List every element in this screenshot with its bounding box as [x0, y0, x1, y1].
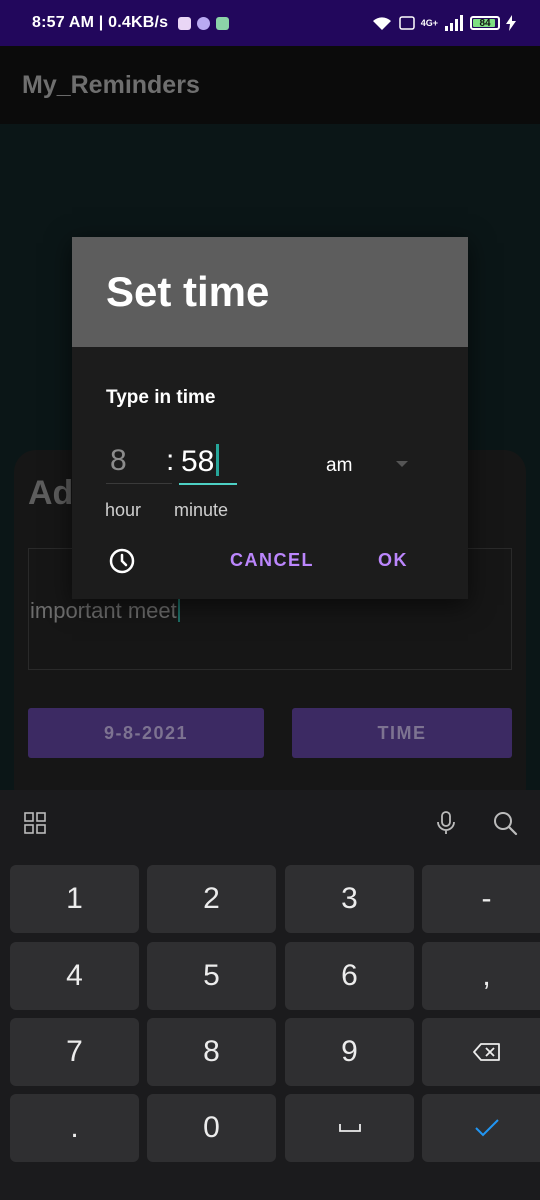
- app-notification-icon: [197, 16, 211, 30]
- signal-icon: [445, 15, 463, 31]
- dialog-header: Set time: [72, 237, 468, 347]
- hour-input[interactable]: 8: [110, 444, 127, 478]
- backspace-icon: [472, 1043, 500, 1061]
- dialog-title: Set time: [106, 268, 270, 315]
- key-minus[interactable]: -: [422, 865, 540, 933]
- key-2[interactable]: 2: [147, 865, 276, 933]
- card-title: Ad: [28, 474, 74, 512]
- checkmark-icon: [474, 1119, 499, 1137]
- status-bar: 8:57 AM | 0.4KB/s 4G+ 84: [0, 0, 540, 46]
- status-icons: 4G+ 84: [371, 15, 516, 31]
- grid-icon[interactable]: [24, 812, 46, 834]
- wifi-icon: [372, 17, 391, 30]
- time-button[interactable]: TIME: [292, 708, 512, 758]
- network-type-label: 4G+: [420, 18, 438, 28]
- minute-underline: [179, 483, 237, 485]
- key-4[interactable]: 4: [10, 942, 139, 1010]
- space-icon: [338, 1124, 361, 1132]
- clock-icon[interactable]: [108, 547, 136, 575]
- minute-caret: [216, 444, 220, 476]
- key-period[interactable]: .: [10, 1094, 139, 1162]
- set-time-dialog: Set time Type in time 8 : 58 am hour min…: [72, 237, 468, 599]
- key-done[interactable]: [422, 1094, 540, 1162]
- key-space[interactable]: [285, 1094, 414, 1162]
- input-mode-label: Type in time: [106, 387, 216, 408]
- key-backspace[interactable]: [422, 1018, 540, 1086]
- key-9[interactable]: 9: [285, 1018, 414, 1086]
- key-0[interactable]: 0: [147, 1094, 276, 1162]
- time-separator: :: [166, 444, 175, 477]
- ampm-select[interactable]: am: [326, 455, 352, 477]
- battery-level: 84: [479, 17, 491, 29]
- cancel-button[interactable]: CANCEL: [230, 550, 314, 571]
- key-6[interactable]: 6: [285, 942, 414, 1010]
- key-8[interactable]: 8: [147, 1018, 276, 1086]
- numeric-keyboard: 1 2 3 - 4 5 6 , 7 8 9 . 0: [0, 790, 540, 1200]
- app-title: My_Reminders: [22, 70, 200, 99]
- key-3[interactable]: 3: [285, 865, 414, 933]
- hour-underline: [106, 483, 172, 484]
- charging-icon: [506, 15, 516, 31]
- key-comma[interactable]: ,: [422, 942, 540, 1010]
- ok-button[interactable]: OK: [378, 550, 408, 571]
- battery-icon: 84: [470, 16, 500, 30]
- key-7[interactable]: 7: [10, 1018, 139, 1086]
- key-1[interactable]: 1: [10, 865, 139, 933]
- gallery-notification-icon: [216, 16, 230, 30]
- status-time: 8:57 AM | 0.4KB/s: [32, 14, 169, 31]
- text-caret: [177, 598, 180, 622]
- app-bar: My_Reminders: [0, 46, 540, 124]
- search-icon[interactable]: [492, 810, 518, 836]
- notification-icon: [178, 16, 192, 30]
- minute-input[interactable]: 58: [181, 444, 220, 479]
- volte-icon: [398, 16, 415, 30]
- keyboard-toolbar: [0, 790, 540, 856]
- minute-label: minute: [174, 500, 229, 520]
- mic-icon[interactable]: [434, 810, 458, 836]
- note-input-text: important meet: [30, 598, 180, 624]
- date-button[interactable]: 9-8-2021: [28, 708, 264, 758]
- key-5[interactable]: 5: [147, 942, 276, 1010]
- hour-label: hour: [105, 500, 142, 520]
- chevron-down-icon[interactable]: [396, 461, 408, 467]
